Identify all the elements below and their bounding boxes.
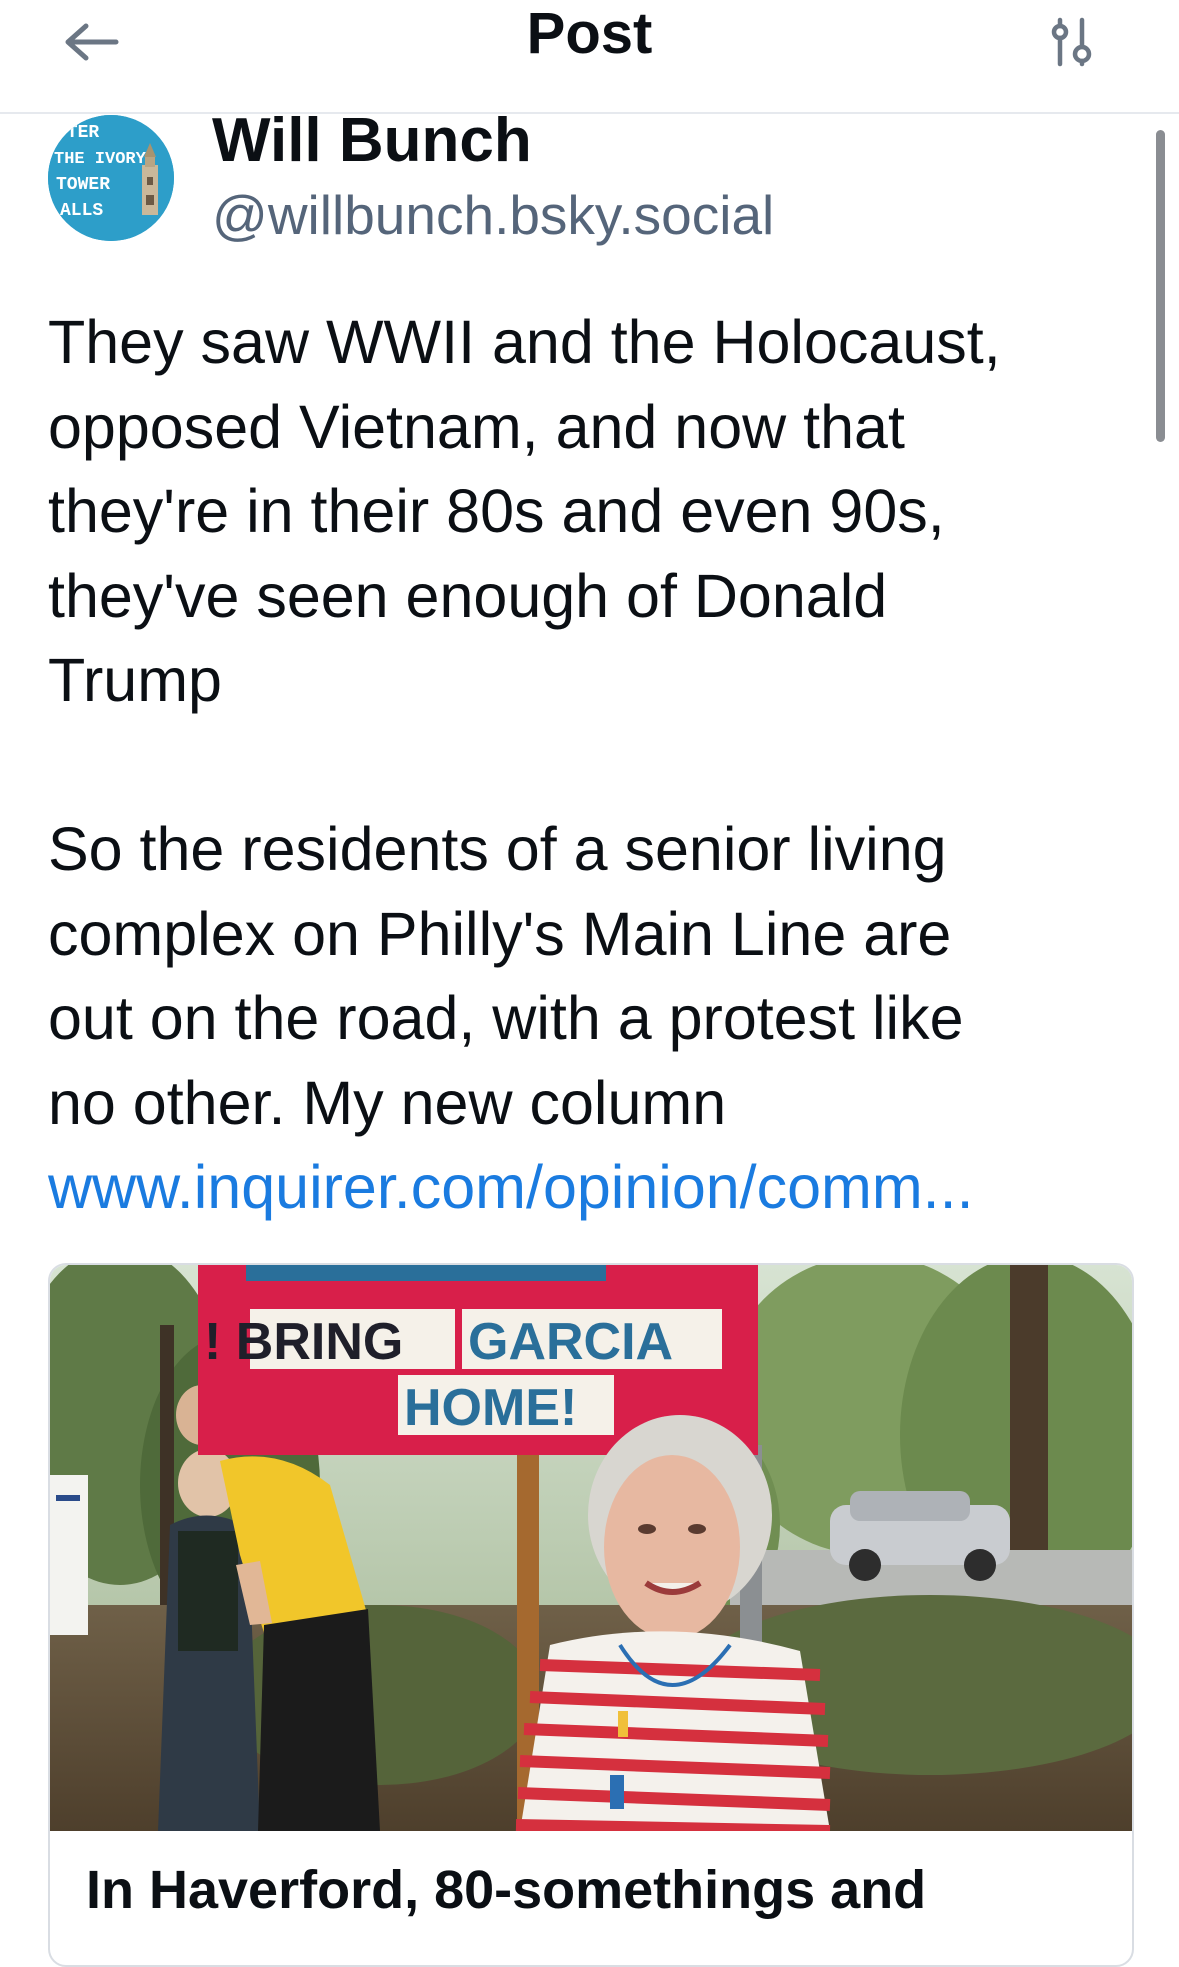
scrollbar-thumb[interactable] [1156,130,1165,442]
post-paragraph: They saw WWII and the Holocaust, opposed… [48,308,1001,714]
sign-text-bring: ! BRING [204,1313,403,1371]
card-image: ! BRING GARCIA HOME! [50,1265,1132,1831]
author-handle[interactable]: @willbunch.bsky.social [212,184,774,246]
settings-button[interactable] [1033,6,1109,82]
avatar-text-line3: TOWER [56,175,110,195]
avatar-text-line1: FTER [56,123,99,143]
sign-text-home: HOME! [404,1379,577,1437]
link-card[interactable]: ! BRING GARCIA HOME! In Haverford, 80-so… [48,1263,1134,1967]
card-title[interactable]: In Haverford, 80-somethings and [86,1859,926,1921]
author-name[interactable]: Will Bunch [212,106,532,176]
avatar[interactable]: FTER THE IVORY TOWER ALLS [48,115,174,241]
sliders-icon [1046,16,1096,73]
page-title: Post [526,1,653,66]
top-bar: Post [0,0,1179,114]
post-paragraph: So the residents of a senior living comp… [48,815,964,1137]
post-link[interactable]: www.inquirer.com/opinion/comm... [48,1145,1128,1230]
avatar-text-line2: THE IVORY [54,150,147,169]
post-body: They saw WWII and the Holocaust, opposed… [48,300,1128,1230]
sign-text-garcia: GARCIA [468,1313,673,1371]
avatar-text-line4: ALLS [60,201,103,221]
